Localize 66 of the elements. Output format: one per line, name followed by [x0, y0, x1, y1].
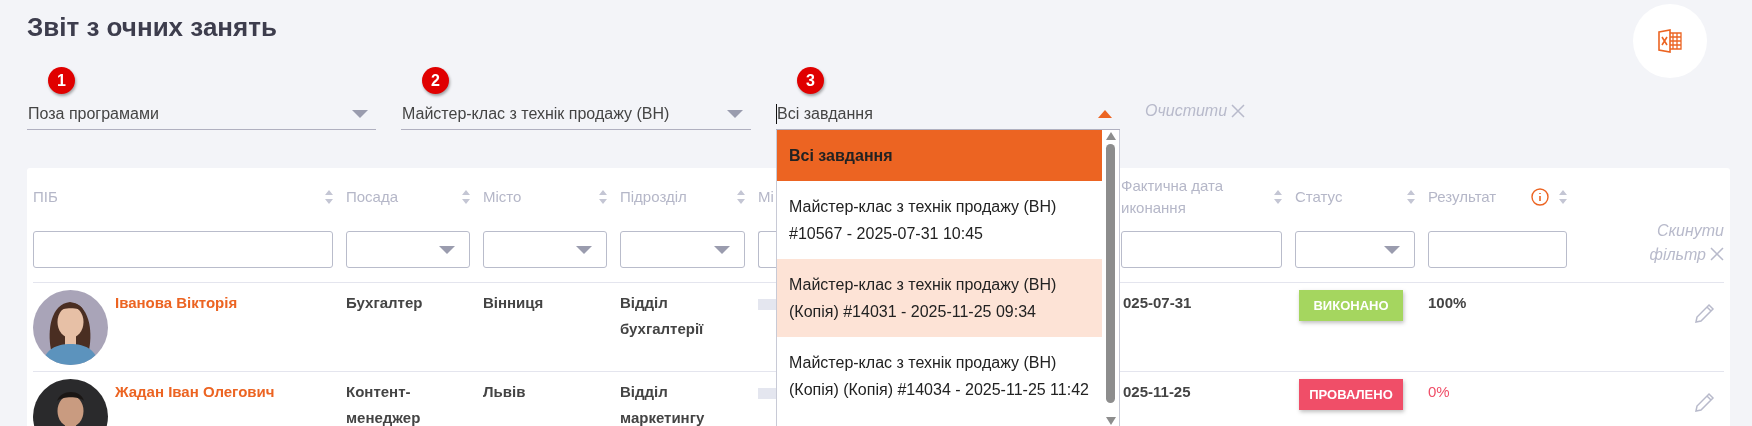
column-header[interactable]: Підрозділ [620, 186, 687, 208]
clear-link[interactable]: Очистити [1145, 102, 1246, 120]
column-header[interactable]: Мі [758, 186, 774, 208]
scroll-down-icon[interactable] [1105, 417, 1116, 425]
employee-name-link[interactable]: Жадан Іван Олегович [115, 379, 275, 405]
caret-up-icon [1098, 110, 1112, 118]
column-header[interactable]: Посада [346, 186, 399, 208]
caret-down-icon [727, 110, 743, 118]
column-header[interactable]: Статус [1295, 186, 1343, 208]
dropdown-option[interactable]: Майстер-клас з технік продажу (ВН) #10567 - 2025-07-31 10:45 [777, 181, 1102, 259]
filter-input[interactable] [1121, 231, 1282, 268]
column-header[interactable]: ПІБ [33, 186, 58, 208]
step-badge: 3 [797, 67, 824, 94]
filter-dropdown[interactable] [758, 231, 778, 268]
filter-dropdown[interactable] [346, 231, 470, 268]
table-cell-text: Відділ маркетингу [620, 382, 706, 426]
table-cell-text: Львів [483, 382, 527, 402]
caret-down-icon [714, 245, 730, 254]
sort-icon[interactable] [1559, 190, 1567, 204]
filter-input[interactable] [1428, 231, 1567, 268]
column-header[interactable]: Місто [483, 186, 522, 208]
filter-dropdown[interactable] [483, 231, 607, 268]
status-badge: ПРОВАЛЕНО [1299, 379, 1403, 410]
filter-dropdown[interactable] [620, 231, 745, 268]
pencil-icon[interactable] [1692, 391, 1716, 415]
scrollbar-thumb[interactable] [1106, 144, 1115, 403]
table-cell-text: 100% [1428, 293, 1468, 313]
table-cell-text: Бухгалтер [346, 293, 424, 313]
sort-icon[interactable] [325, 190, 333, 204]
table-cell-text: 025-07-31 [1123, 293, 1193, 313]
sort-icon[interactable] [599, 190, 607, 204]
sort-icon[interactable] [462, 190, 470, 204]
column-header[interactable]: Результат [1428, 186, 1497, 208]
page-title: Звіт з очних занять [27, 12, 277, 43]
pencil-icon[interactable] [1692, 302, 1716, 326]
employee-name-link[interactable]: Іванова Вікторія [115, 290, 238, 316]
filter-select[interactable]: Поза програмами [27, 99, 376, 130]
caret-down-icon [1384, 245, 1400, 254]
sort-icon[interactable] [1274, 190, 1282, 204]
table-cell-text: Відділ бухгалтерії [620, 293, 705, 339]
spreadsheet-icon [1657, 28, 1683, 54]
status-badge: ВИКОНАНО [1299, 290, 1403, 321]
filter-input[interactable] [33, 231, 333, 268]
sort-icon[interactable] [1407, 190, 1415, 204]
caret-down-icon [352, 110, 368, 118]
filter-select[interactable]: Майстер-клас з технік продажу (ВН) [401, 99, 751, 130]
step-badge: 2 [422, 67, 449, 94]
table-cell-text: Вінниця [483, 293, 545, 313]
dropdown-option[interactable]: Майстер-клас з технік продажу (ВН) (Копія) #14031 - 2025-11-25 09:34 [777, 259, 1102, 337]
caret-down-icon [439, 245, 455, 254]
table-cell-text: 0% [1428, 382, 1451, 402]
dropdown-option[interactable]: Всі завдання [777, 130, 1102, 181]
close-icon [1710, 247, 1724, 261]
caret-down-icon [576, 245, 592, 254]
sort-icon[interactable] [737, 190, 745, 204]
column-header[interactable]: Фактична дата иконання [1121, 175, 1231, 219]
dropdown-option[interactable]: Майстер-клас з технік продажу (ВН) (Копія) (Копія) #14034 - 2025-11-25 11:42 [777, 337, 1102, 415]
table-cell-text: Контент-менеджер [346, 382, 422, 426]
filter-dropdown[interactable] [1295, 231, 1415, 268]
table-cell-text: 025-11-25 [1123, 382, 1192, 402]
scrollbar[interactable] [1102, 130, 1119, 426]
close-icon [1231, 104, 1246, 118]
scroll-up-icon[interactable] [1105, 132, 1116, 140]
step-badge: 1 [48, 67, 75, 94]
info-icon[interactable] [1531, 188, 1549, 206]
reset-filter-link[interactable]: Скинути фільтр [1620, 219, 1724, 267]
